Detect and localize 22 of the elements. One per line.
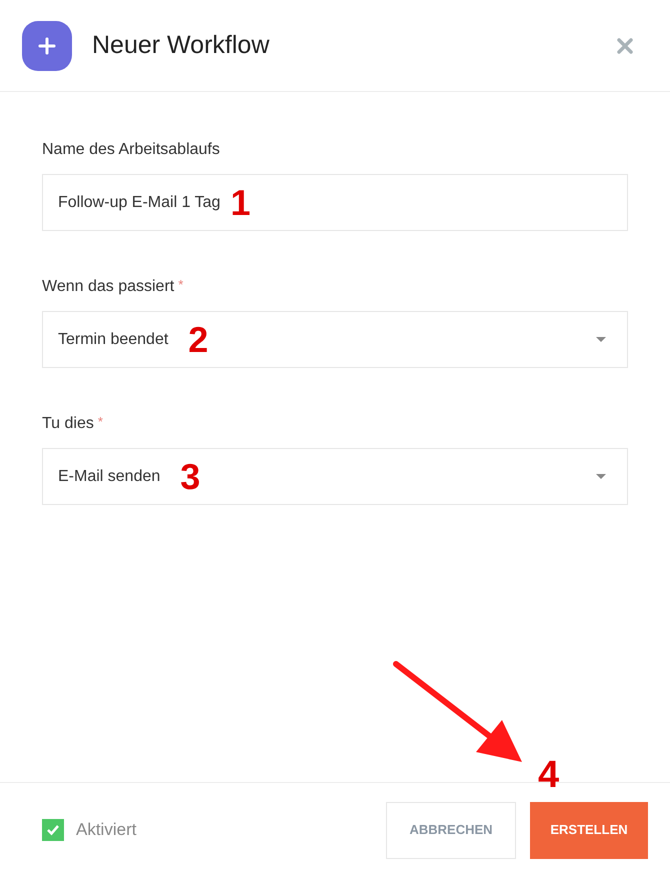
field-label: Name des Arbeitsablaufs (42, 140, 220, 160)
step-number: 1 (230, 184, 250, 220)
checkbox[interactable] (42, 819, 64, 841)
input-field[interactable]: Follow-up E-Mail 1 Tag 1 (42, 174, 628, 231)
step-number: 3 (180, 458, 200, 494)
caret-icon (596, 474, 606, 479)
caret-icon (596, 337, 606, 342)
dialog-title: Neuer Workflow (92, 30, 270, 61)
plus-icon (22, 20, 72, 70)
select-field[interactable]: E-Mail senden 3 (42, 448, 628, 505)
checkbox-label: Aktiviert (76, 819, 136, 842)
required-mark: * (178, 276, 184, 294)
field-value: Termin beendet (58, 330, 168, 350)
field-value: E-Mail senden (58, 466, 160, 486)
field-value: Follow-up E-Mail 1 Tag (58, 192, 220, 212)
select-field[interactable]: Termin beendet 2 (42, 311, 628, 368)
required-mark: * (98, 413, 103, 431)
field-label: Tu dies (42, 414, 94, 434)
step-number: 4 (538, 756, 560, 794)
field-label: Wenn das passiert (42, 277, 174, 297)
step-number: 2 (188, 322, 208, 358)
check-icon (46, 823, 60, 837)
